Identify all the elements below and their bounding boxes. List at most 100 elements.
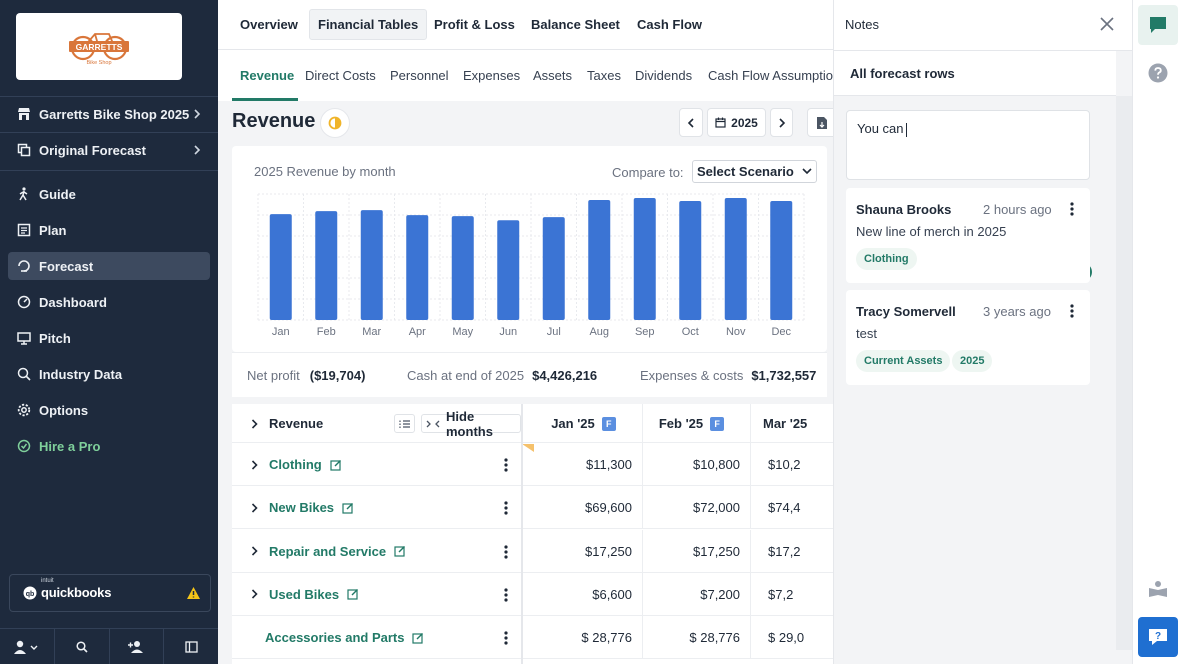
chevron-right-icon[interactable] [249,503,259,513]
export-button[interactable] [807,108,833,137]
edit-icon[interactable] [394,545,406,557]
add-user-button[interactable] [110,629,165,664]
table-cell[interactable]: $11,300 [535,443,643,486]
kebab-menu-icon[interactable] [504,544,508,559]
tab-balance-sheet[interactable]: Balance Sheet [523,9,628,40]
table-cell[interactable]: $7,2 [751,573,833,616]
table-row[interactable]: Accessories and Parts $ 28,776 $ 28,776 $ 2… [232,616,833,660]
year-selector[interactable]: 2025 [707,108,766,137]
table-cell[interactable]: $7,200 [643,572,751,616]
table-cell[interactable]: $ 28,776 [643,616,751,660]
comment-marker-icon[interactable] [522,444,534,452]
row-label[interactable]: Used Bikes [269,587,339,602]
column-splitter[interactable] [521,404,523,664]
subtab-revenue[interactable]: Revenue [240,50,294,101]
quickbooks-connection[interactable]: qb intuit quickbooks [9,574,211,612]
note-input[interactable]: You can [846,110,1092,281]
chevron-right-icon[interactable] [249,459,259,470]
forecast-version-selector[interactable]: Original Forecast [8,136,210,164]
chart-bar-nov[interactable] [724,198,747,320]
row-label[interactable]: Accessories and Parts [265,630,404,645]
tab-cash-flow[interactable]: Cash Flow [629,9,710,40]
table-cell[interactable]: $74,4 [751,486,833,529]
kebab-menu-icon[interactable] [504,631,508,645]
note-card[interactable]: Shauna Brooks 2 hours ago New line of me… [846,188,1090,283]
sidebar-item-forecast[interactable]: Forecast [8,252,210,280]
previous-year-button[interactable] [679,108,703,137]
row-label[interactable]: New Bikes [269,500,334,515]
chevron-right-icon[interactable] [249,418,259,429]
collapse-sidebar-button[interactable] [164,629,218,664]
chevron-right-icon[interactable] [249,589,259,599]
table-cell[interactable]: $17,250 [643,529,751,573]
table-cell[interactable]: $17,250 [535,529,643,573]
tab-profit-loss[interactable]: Profit & Loss [426,9,523,40]
note-tag[interactable]: Current Assets [856,350,951,372]
next-year-button[interactable] [770,108,793,137]
notes-toggle-button[interactable] [1138,5,1178,45]
chart-bar-feb[interactable] [315,211,338,320]
chart-bar-may[interactable] [451,216,474,320]
subtab-taxes[interactable]: Taxes [587,50,621,101]
sidebar-item-pitch[interactable]: Pitch [8,324,210,352]
chart-bar-jan[interactable] [269,214,292,320]
tab-overview[interactable]: Overview [232,9,306,40]
table-cell[interactable]: $72,000 [643,486,751,530]
table-row[interactable]: Used Bikes $6,600 $7,200 $7,2 [232,572,833,616]
chart-bar-jun[interactable] [497,220,520,320]
table-cell[interactable]: $6,600 [535,572,643,616]
edit-icon[interactable] [330,459,342,471]
sidebar-item-guide[interactable]: Guide [8,180,210,208]
table-cell[interactable]: $ 28,776 [535,616,643,660]
sidebar-item-plan[interactable]: Plan [8,216,210,244]
sidebar-item-hire-a-pro[interactable]: Hire a Pro [8,432,210,460]
help-button[interactable] [1138,53,1178,93]
kebab-menu-icon[interactable] [1070,304,1074,318]
note-tag[interactable]: 2025 [952,350,993,372]
learn-button[interactable] [1138,569,1178,609]
revenue-mode-toggle[interactable] [320,108,350,138]
subtab-cash-flow-assumptions[interactable]: Cash Flow Assumptions [708,50,833,101]
subtab-assets[interactable]: Assets [533,50,572,101]
hide-months-button[interactable]: Hide months [421,409,521,439]
list-order-icon[interactable] [394,414,415,433]
edit-icon[interactable] [342,502,354,514]
row-label[interactable]: Repair and Service [269,544,386,559]
kebab-menu-icon[interactable] [504,588,508,602]
support-chat-button[interactable]: ? [1138,617,1178,657]
table-cell[interactable]: $17,2 [751,530,833,573]
table-cell[interactable]: $10,800 [643,443,751,486]
table-row[interactable]: New Bikes $69,600 $72,000 $74,4 [232,486,833,530]
company-logo[interactable]: GARRETTS Bike Shop [16,13,182,80]
table-cell[interactable]: $ 29,0 [751,616,833,659]
search-button[interactable] [55,629,110,664]
chart-bar-oct[interactable] [679,201,702,320]
chart-bar-jul[interactable] [542,217,565,320]
subtab-expenses[interactable]: Expenses [463,50,520,101]
kebab-menu-icon[interactable] [504,501,508,515]
tab-financial-tables[interactable]: Financial Tables [309,9,428,40]
chart-bar-mar[interactable] [360,210,383,320]
kebab-menu-icon[interactable] [1070,202,1074,216]
subtab-dividends[interactable]: Dividends [635,50,692,101]
sidebar-item-industry-data[interactable]: Industry Data [8,360,210,388]
kebab-menu-icon[interactable] [504,458,508,472]
company-selector[interactable]: Garretts Bike Shop 2025 [8,100,210,128]
note-tag[interactable]: Clothing [856,248,917,270]
note-card[interactable]: Tracy Somervell 3 years ago test Current… [846,290,1090,385]
chart-bar-sep[interactable] [633,198,656,320]
notes-filter[interactable]: All forecast rows [834,51,1116,96]
table-row[interactable]: Repair and Service $17,250 $17,250 $17,2 [232,529,833,573]
sidebar-item-dashboard[interactable]: Dashboard [8,288,210,316]
table-cell[interactable]: $69,600 [535,486,643,530]
chart-bar-aug[interactable] [588,200,611,320]
subtab-direct-costs[interactable]: Direct Costs [305,50,376,101]
edit-icon[interactable] [347,588,359,600]
chart-bar-dec[interactable] [770,201,793,320]
chevron-right-icon[interactable] [249,546,259,556]
subtab-personnel[interactable]: Personnel [390,50,449,101]
close-icon[interactable] [1098,15,1116,33]
table-cell[interactable]: $10,2 [751,443,833,486]
row-label[interactable]: Clothing [269,457,322,472]
edit-icon[interactable] [412,632,424,644]
